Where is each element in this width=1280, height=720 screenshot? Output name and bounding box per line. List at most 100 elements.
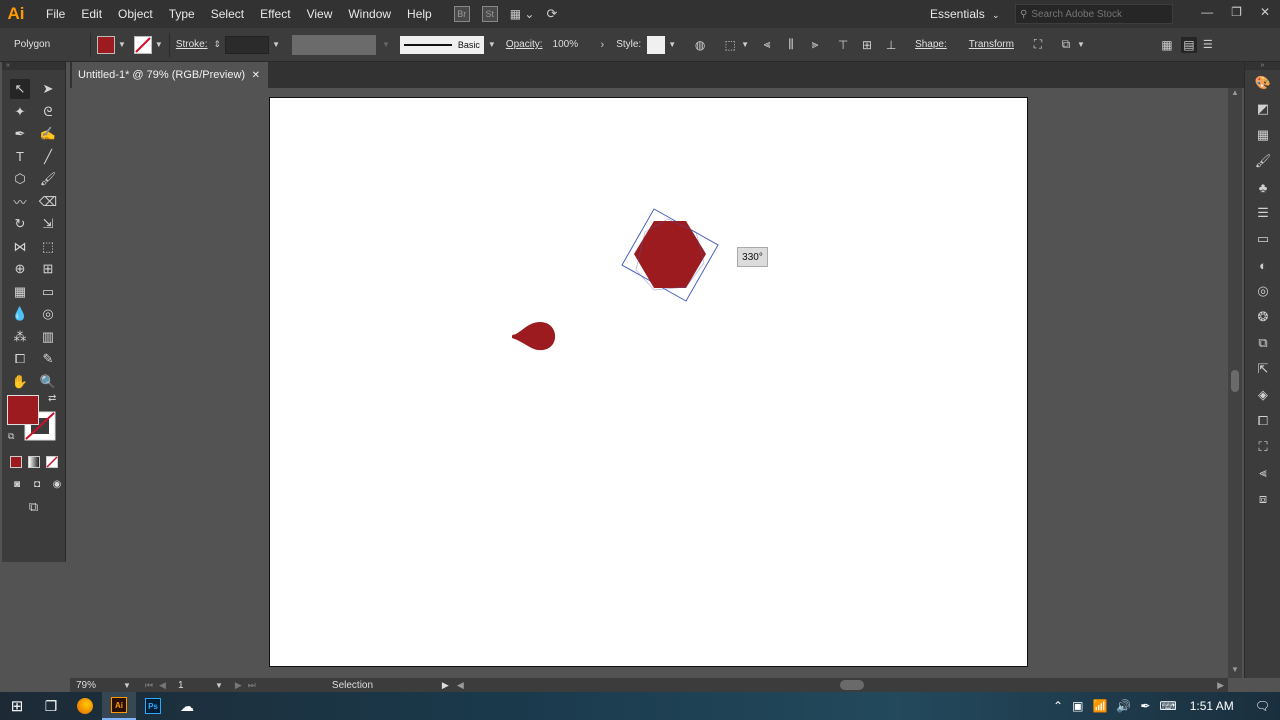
stock-search-box[interactable]: ⚲ [1015,4,1173,24]
gradient-mode-icon[interactable] [28,456,40,469]
vertical-scroll-thumb[interactable] [1231,370,1239,392]
last-artboard-icon[interactable]: ⏭ [248,680,256,691]
illustrator-taskbar-button[interactable]: Ai [102,692,136,720]
color-panel-icon[interactable]: 🎨 [1245,70,1280,96]
color-mode-icon[interactable] [10,456,22,469]
align-panel-icon[interactable]: ⫷ [1245,460,1280,486]
scroll-down-arrow-icon[interactable]: ▼ [1231,665,1239,674]
zoom-tool-icon[interactable]: 🔍 [38,372,58,392]
pen-workspace-icon[interactable]: ✒ [1140,699,1150,713]
gradient-tool-icon[interactable]: ▭ [38,282,58,302]
task-view-icon[interactable]: ❐ [34,692,68,720]
free-transform-tool-icon[interactable]: ⬚ [38,237,58,257]
panel-toggle-icon[interactable]: ▤ [1180,36,1197,53]
asset-export-icon[interactable]: ⇱ [1245,356,1280,382]
pen-tool-icon[interactable]: ✒ [10,124,30,144]
chevron-down-icon[interactable]: ▼ [488,40,496,49]
none-mode-icon[interactable] [46,456,58,469]
arrange-icon[interactable]: ▦ [1159,37,1175,53]
column-graph-tool-icon[interactable]: ▥ [38,327,58,347]
firefox-icon[interactable] [68,692,102,720]
no-stroke-icon[interactable] [133,35,152,54]
slice-tool-icon[interactable]: ✎ [38,349,58,369]
minimize-button[interactable]: — [1201,0,1213,24]
brush-definition[interactable]: Basic [399,35,484,54]
selection-tool-icon[interactable]: ↖ [10,79,30,100]
polygon-tool-icon[interactable]: ⬡ [10,169,30,189]
align-middle-icon[interactable]: ⊞ [859,37,875,53]
align-to-icon[interactable]: ⬚ [722,37,738,53]
zoom-field[interactable]: 79% [72,678,120,692]
shape-builder-tool-icon[interactable]: ⊕ [10,259,30,279]
menu-help[interactable]: Help [399,0,440,28]
document-tab[interactable]: Untitled-1* @ 79% (RGB/Preview) ✕ [72,62,268,88]
lasso-tool-icon[interactable]: ᘓ [38,102,58,122]
direct-selection-tool-icon[interactable]: ➤ [38,79,58,99]
eraser-tool-icon[interactable]: ⌫ [38,192,58,212]
draw-normal-icon[interactable]: ◙ [10,475,24,495]
graphic-style-swatch[interactable] [647,35,666,54]
eyedropper-tool-icon[interactable]: 💧 [10,304,30,324]
action-center-icon[interactable]: 🗨 [1255,699,1270,713]
shape-label[interactable]: Shape: [915,39,947,50]
chevron-right-icon[interactable]: › [601,39,605,51]
current-tool-status[interactable]: Selection [332,680,442,691]
menu-file[interactable]: File [38,0,73,28]
paintbrush-tool-icon[interactable]: 🖌 [38,169,58,189]
stock-search-input[interactable] [1031,8,1162,20]
chevron-down-icon[interactable]: ▼ [272,40,280,49]
color-guide-icon[interactable]: ◩ [1245,96,1280,122]
transform-icon[interactable]: ⛶ [1030,37,1046,53]
shaper-tool-icon[interactable]: 〰 [10,192,30,212]
close-button[interactable]: ✕ [1260,0,1270,24]
chevron-down-icon[interactable]: ▼ [1077,40,1085,49]
transform-label[interactable]: Transform [969,39,1014,50]
stock-icon[interactable]: St [481,6,498,22]
transform-panel-icon[interactable]: ⛶ [1245,434,1280,460]
fill-color-box[interactable] [7,395,39,425]
menu-edit[interactable]: Edit [73,0,110,28]
vertical-scrollbar[interactable]: ▲ ▼ [1228,88,1242,678]
previous-artboard-icon[interactable]: ◀ [159,680,166,691]
artboard-tool-icon[interactable]: ⧠ [10,349,30,369]
panel-menu-icon[interactable]: ☰ [1203,38,1213,51]
artboard[interactable] [269,97,1028,667]
fill-swatch[interactable]: ▼ [97,35,126,54]
menu-select[interactable]: Select [203,0,252,28]
draw-inside-icon[interactable]: ◉ [50,475,64,495]
bridge-icon[interactable]: Br [453,6,470,22]
fill-color-swatch[interactable] [97,35,115,54]
artboards-panel-icon[interactable]: ⧠ [1245,408,1280,434]
menu-type[interactable]: Type [161,0,203,28]
chevron-down-icon[interactable]: ▼ [215,681,223,690]
keyboard-icon[interactable]: ⌨ [1159,699,1176,713]
wifi-icon[interactable]: 📶 [1092,699,1107,713]
swap-fill-stroke-icon[interactable]: ⇄ [48,393,56,404]
variable-width-profile[interactable] [292,34,376,55]
stroke-label[interactable]: Stroke: [176,39,208,50]
layers-panel-icon[interactable]: ◈ [1245,382,1280,408]
stroke-swatch[interactable]: ▼ [133,35,163,54]
menu-object[interactable]: Object [110,0,161,28]
width-tool-icon[interactable]: ⋈ [10,237,30,257]
windows-start-icon[interactable]: ⊞ [0,692,34,720]
opacity-label[interactable]: Opacity: [506,39,543,50]
artboard-number[interactable]: 1 [178,680,212,691]
menu-window[interactable]: Window [340,0,399,28]
next-artboard-icon[interactable]: ▶ [235,680,242,691]
mesh-tool-icon[interactable]: ▦ [10,282,30,302]
dropbox-icon[interactable]: ▣ [1072,699,1083,713]
stroke-weight-field[interactable] [225,35,270,54]
chevron-down-icon[interactable]: ▼ [123,681,131,690]
align-left-icon[interactable]: ⫷ [759,37,775,53]
default-fill-stroke-icon[interactable]: ⧉ [8,431,14,442]
scroll-right-arrow-icon[interactable]: ▶ [1217,680,1224,691]
layers-export-icon[interactable]: ⧉ [1245,330,1280,356]
magic-wand-tool-icon[interactable]: ✦ [10,102,30,122]
brushes-panel-icon[interactable]: 🖌 [1245,148,1280,174]
draw-behind-icon[interactable]: ◘ [30,475,44,495]
type-tool-icon[interactable]: T [10,147,30,167]
volume-icon[interactable]: 🔊 [1116,699,1131,713]
toolbar-collapse[interactable]: « [2,62,65,70]
hand-tool-icon[interactable]: ✋ [10,372,30,392]
